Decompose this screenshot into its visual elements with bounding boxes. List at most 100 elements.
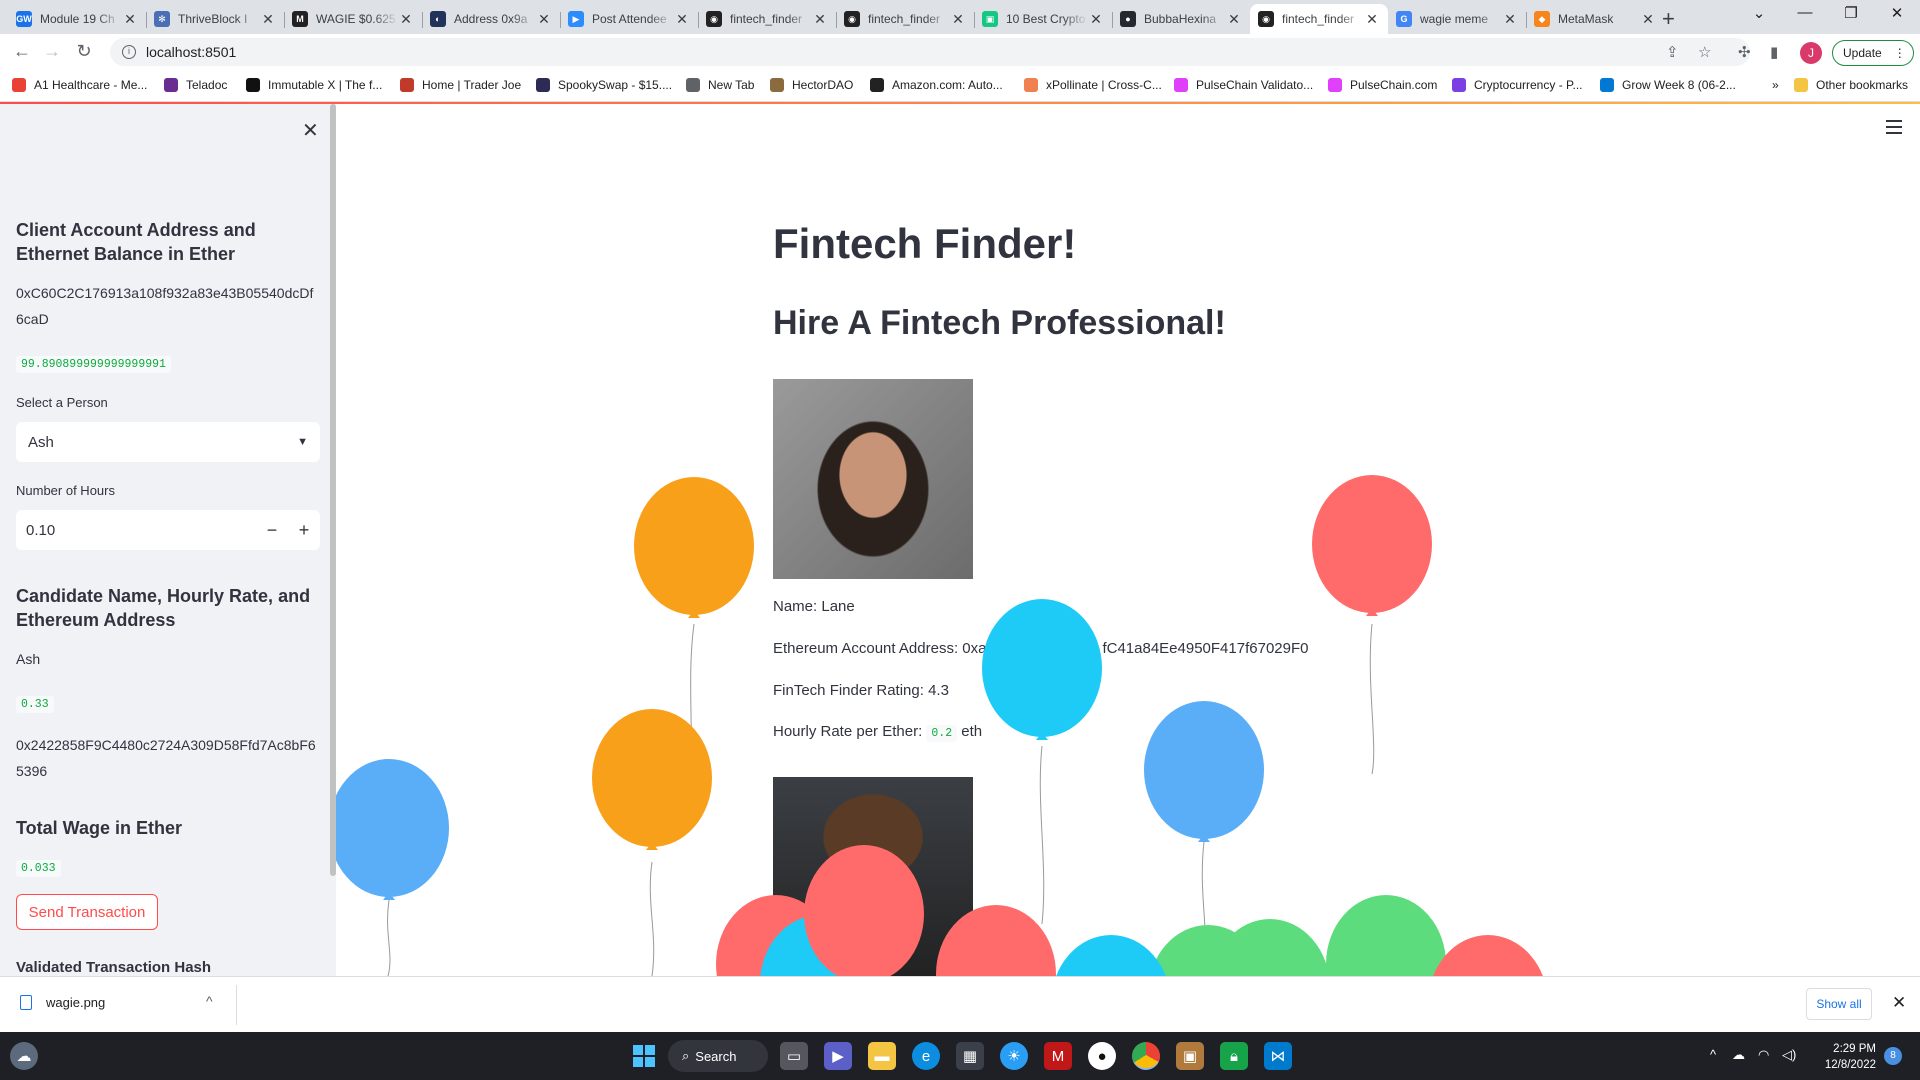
browser-tab[interactable]: ● BubbaHexina ✕ bbox=[1112, 4, 1250, 34]
tab-close-icon[interactable]: ✕ bbox=[812, 11, 828, 28]
minimize-icon[interactable]: — bbox=[1782, 4, 1828, 21]
tab-close-icon[interactable]: ✕ bbox=[1226, 11, 1242, 28]
balloon-red-5 bbox=[1428, 935, 1548, 976]
extensions-icon[interactable]: ✣ bbox=[1738, 43, 1751, 61]
kebab-menu-icon[interactable]: ⋮ bbox=[1894, 46, 1906, 60]
account-heading: Client Account Address and Ethernet Bala… bbox=[16, 220, 256, 264]
bookmark-item[interactable]: HectorDAO bbox=[770, 78, 853, 92]
tab-close-icon[interactable]: ✕ bbox=[122, 11, 138, 28]
github-icon[interactable]: ● bbox=[1088, 1042, 1116, 1070]
bookmark-label: New Tab bbox=[708, 78, 755, 92]
tab-search-icon[interactable]: ⌄ bbox=[1736, 4, 1782, 22]
bookmark-item[interactable]: Immutable X | The f... bbox=[246, 78, 382, 92]
browser-tab[interactable]: Gwagie meme ✕ bbox=[1388, 4, 1526, 34]
browser-tab[interactable]: ▣ 10 Best Crypto ✕ bbox=[974, 4, 1112, 34]
bookmark-item[interactable]: PulseChain.com bbox=[1328, 78, 1437, 92]
search-icon: ⌕ bbox=[682, 1048, 690, 1063]
edge-icon[interactable]: e bbox=[912, 1042, 940, 1070]
teams-icon[interactable]: ▶ bbox=[824, 1042, 852, 1070]
hours-input[interactable]: 0.10 − + bbox=[16, 510, 320, 550]
bookmark-item[interactable]: SpookySwap - $15.... bbox=[536, 78, 672, 92]
profile-avatar[interactable]: J bbox=[1800, 42, 1822, 64]
chrome-icon[interactable] bbox=[1132, 1042, 1160, 1070]
start-icon[interactable] bbox=[630, 1042, 658, 1070]
reload-icon[interactable]: ↻ bbox=[72, 41, 96, 62]
increment-button[interactable]: + bbox=[288, 520, 320, 541]
notification-badge[interactable]: 8 bbox=[1884, 1047, 1902, 1065]
address-bar[interactable]: i localhost:8501 bbox=[110, 38, 1750, 66]
weather-app-icon[interactable]: ☀ bbox=[1000, 1042, 1028, 1070]
bookmark-item[interactable]: Grow Week 8 (06-2... bbox=[1600, 78, 1736, 92]
select-person-dropdown[interactable]: Ash ▼ bbox=[16, 422, 320, 462]
tab-close-icon[interactable]: ✕ bbox=[950, 11, 966, 28]
browser-tab[interactable]: M WAGIE $0.625 ✕ bbox=[284, 4, 422, 34]
browser-tab[interactable]: ▶ Post Attendee ✕ bbox=[560, 4, 698, 34]
browser-tab[interactable]: ✻ ThriveBlock I ✕ bbox=[146, 4, 284, 34]
decrement-button[interactable]: − bbox=[256, 520, 288, 541]
bookmark-favicon-icon bbox=[870, 78, 884, 92]
tab-close-icon[interactable]: ✕ bbox=[1502, 11, 1518, 28]
account-section: Client Account Address and Ethernet Bala… bbox=[16, 218, 320, 266]
hours-value[interactable]: 0.10 bbox=[26, 522, 55, 539]
browser-tab[interactable]: ◐ Address 0x9a ✕ bbox=[422, 4, 560, 34]
account-balance: 99.890899999999999991 bbox=[16, 356, 171, 373]
bookmark-label: PulseChain.com bbox=[1350, 78, 1438, 92]
bookmark-item[interactable]: New Tab bbox=[686, 78, 754, 92]
bookmark-item[interactable]: A1 Healthcare - Me... bbox=[12, 78, 147, 92]
tab-title: ThriveBlock I bbox=[178, 12, 248, 26]
browser-tab[interactable]: GW Module 19 Ch ✕ bbox=[8, 4, 146, 34]
close-sidebar-icon[interactable]: ✕ bbox=[302, 118, 319, 143]
vscode-icon[interactable]: ⋈ bbox=[1264, 1042, 1292, 1070]
browser-tab[interactable]: ◉ fintech_finder ✕ bbox=[1250, 4, 1388, 34]
browser-tab[interactable]: ◉ fintech_finder ✕ bbox=[836, 4, 974, 34]
other-bookmarks[interactable]: Other bookmarks bbox=[1794, 78, 1908, 92]
package-icon[interactable]: ▣ bbox=[1176, 1042, 1204, 1070]
show-all-button[interactable]: Show all bbox=[1806, 988, 1872, 1020]
download-item[interactable]: wagie.png bbox=[20, 995, 105, 1010]
bookmark-item[interactable]: Cryptocurrency - P... bbox=[1452, 78, 1582, 92]
bookmarks-overflow[interactable]: » bbox=[1772, 78, 1779, 92]
tab-close-icon[interactable]: ✕ bbox=[398, 11, 414, 28]
forward-icon[interactable]: → bbox=[40, 41, 64, 62]
tab-close-icon[interactable]: ✕ bbox=[1640, 11, 1656, 28]
bookmark-item[interactable]: Teladoc bbox=[164, 78, 227, 92]
tab-close-icon[interactable]: ✕ bbox=[1088, 11, 1104, 28]
bookmark-item[interactable]: xPollinate | Cross-C... bbox=[1024, 78, 1162, 92]
task-view-icon[interactable]: ▭ bbox=[780, 1042, 808, 1070]
store-icon[interactable]: ▦ bbox=[956, 1042, 984, 1070]
bookmark-item[interactable]: Amazon.com: Auto... bbox=[870, 78, 1003, 92]
tray-chevron-icon[interactable]: ^ bbox=[1710, 1047, 1716, 1062]
restore-icon[interactable]: ❐ bbox=[1828, 4, 1874, 22]
close-download-bar-icon[interactable]: ✕ bbox=[1892, 993, 1906, 1013]
lock-app-icon[interactable]: 🔒︎ bbox=[1220, 1042, 1248, 1070]
bookmark-item[interactable]: Home | Trader Joe bbox=[400, 78, 521, 92]
volume-icon[interactable]: ◁) bbox=[1782, 1047, 1796, 1063]
browser-tab[interactable]: ◆ MetaMask ✕ bbox=[1526, 4, 1664, 34]
tab-title: WAGIE $0.625 bbox=[316, 12, 396, 26]
bookmark-favicon-icon bbox=[1174, 78, 1188, 92]
onedrive-icon[interactable]: ☁ bbox=[1732, 1047, 1745, 1063]
browser-tab[interactable]: ◉ fintech_finder ✕ bbox=[698, 4, 836, 34]
side-panel-icon[interactable]: ▮ bbox=[1770, 43, 1778, 61]
close-window-icon[interactable]: ✕ bbox=[1874, 4, 1920, 22]
back-icon[interactable]: ← bbox=[10, 41, 34, 62]
share-icon[interactable]: ⇪ bbox=[1666, 43, 1679, 61]
bookmark-favicon-icon bbox=[686, 78, 700, 92]
mcafee-icon[interactable]: M bbox=[1044, 1042, 1072, 1070]
weather-icon[interactable]: ☁ bbox=[10, 1042, 38, 1070]
tab-close-icon[interactable]: ✕ bbox=[536, 11, 552, 28]
clock[interactable]: 2:29 PM 12/8/2022 bbox=[1806, 1041, 1876, 1073]
taskbar-search[interactable]: ⌕ Search bbox=[668, 1040, 768, 1072]
tab-close-icon[interactable]: ✕ bbox=[674, 11, 690, 28]
bookmark-favicon-icon bbox=[536, 78, 550, 92]
chevron-up-icon[interactable]: ^ bbox=[206, 993, 213, 1009]
bookmark-star-icon[interactable]: ☆ bbox=[1698, 43, 1711, 61]
site-info-icon[interactable]: i bbox=[122, 45, 136, 59]
tab-close-icon[interactable]: ✕ bbox=[260, 11, 276, 28]
bookmark-item[interactable]: PulseChain Validato... bbox=[1174, 78, 1313, 92]
send-transaction-button[interactable]: Send Transaction bbox=[16, 894, 158, 930]
file-explorer-icon[interactable]: ▬ bbox=[868, 1042, 896, 1070]
tab-close-icon[interactable]: ✕ bbox=[1364, 11, 1380, 28]
wifi-icon[interactable]: ◠ bbox=[1758, 1047, 1769, 1063]
update-button[interactable]: Update ⋮ bbox=[1832, 40, 1914, 66]
